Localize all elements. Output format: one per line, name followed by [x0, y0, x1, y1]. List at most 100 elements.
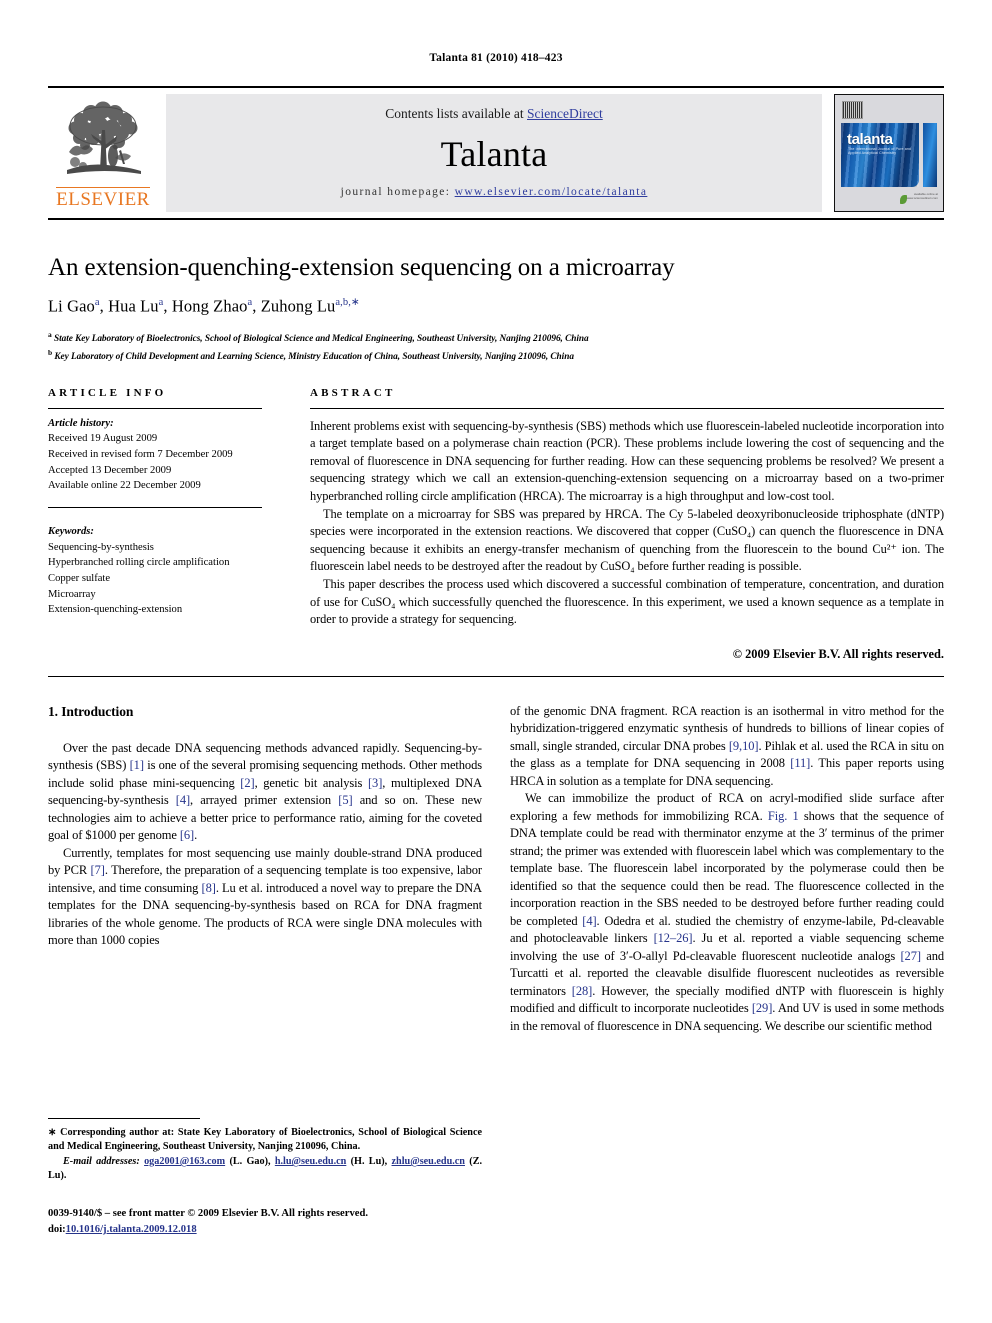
- citation-ref[interactable]: [27]: [900, 949, 921, 963]
- abstract-column: ABSTRACT Inherent problems exist with se…: [288, 387, 944, 662]
- article-history-block: Article history: Received 19 August 2009…: [48, 409, 262, 494]
- page-title: An extension-quenching-extension sequenc…: [48, 254, 675, 281]
- email-label: E-mail addresses:: [63, 1155, 140, 1167]
- body-paragraph: We can immobilize the product of RCA on …: [510, 791, 945, 1033]
- keyword-item: Microarray: [48, 588, 96, 600]
- cover-artwork-edge: [923, 123, 937, 187]
- footnote-area: ∗ Corresponding author at: State Key Lab…: [48, 1118, 482, 1238]
- citation-ref[interactable]: [1]: [130, 758, 144, 772]
- citation-ref[interactable]: [6]: [180, 828, 194, 842]
- keyword-item: Extension-quenching-extension: [48, 604, 183, 616]
- body-paragraph: Over the past decade DNA sequencing meth…: [48, 740, 483, 843]
- email-link[interactable]: oga2001@163.com: [144, 1156, 225, 1167]
- elsevier-logo: ELSEVIER: [48, 88, 158, 218]
- author-affil-marker: a: [94, 297, 100, 308]
- keywords-body: Keywords: Sequencing-by-synthesis Hyperb…: [48, 517, 262, 618]
- corresponding-author-note: ∗ Corresponding author at: State Key Lab…: [48, 1126, 482, 1155]
- citation-ref[interactable]: [28]: [572, 984, 593, 998]
- affiliation-text: State Key Laboratory of Bioelectronics, …: [53, 333, 589, 344]
- article-page: Talanta 81 (2010) 418–423 ELSEVIER Conte…: [0, 0, 992, 1323]
- elsevier-wordmark: ELSEVIER: [56, 186, 150, 210]
- body-columns: 1. Introduction Over the past decade DNA…: [48, 703, 944, 1036]
- article-info-heading: ARTICLE INFO: [48, 386, 167, 399]
- contents-available-line: Contents lists available at ScienceDirec…: [385, 106, 602, 122]
- citation-ref[interactable]: [7]: [91, 863, 105, 877]
- history-item: Accepted 13 December 2009: [48, 464, 172, 476]
- masthead-center-panel: Contents lists available at ScienceDirec…: [166, 94, 822, 212]
- body-paragraph: Currently, templates for most sequencing…: [48, 845, 482, 948]
- keywords-label: Keywords:: [48, 525, 94, 537]
- running-head: Talanta 81 (2010) 418–423: [429, 52, 563, 64]
- affiliation-marker: b: [48, 347, 53, 357]
- abstract-body: Inherent problems exist with sequencing-…: [310, 409, 944, 629]
- abstract-paragraph: Inherent problems exist with sequencing-…: [310, 418, 944, 503]
- citation-ref[interactable]: [29]: [752, 1001, 773, 1015]
- body-paragraph: of the genomic DNA fragment. RCA reactio…: [510, 703, 944, 788]
- author-affil-marker: a,b,∗: [335, 297, 360, 308]
- homepage-url-link[interactable]: www.elsevier.com/locate/talanta: [455, 186, 648, 198]
- abstract-paragraph: This paper describes the process used wh…: [310, 577, 944, 627]
- issn-doi-block: 0039-9140/$ – see front matter © 2009 El…: [48, 1206, 482, 1238]
- email-note: E-mail addresses: oga2001@163.com (L. Ga…: [48, 1155, 483, 1182]
- journal-homepage-line: journal homepage: www.elsevier.com/locat…: [341, 186, 648, 198]
- homepage-label: journal homepage:: [340, 186, 451, 198]
- journal-cover-thumbnail: talanta The International Journal of Pur…: [834, 94, 944, 212]
- issn-line: 0039-9140/$ – see front matter © 2009 El…: [48, 1207, 368, 1219]
- barcode-icon: [842, 101, 863, 119]
- divider: [48, 675, 944, 677]
- contents-prefix-text: Contents lists available at: [385, 106, 527, 121]
- doi-line: doi:10.1016/j.talanta.2009.12.018: [48, 1222, 482, 1238]
- doi-link[interactable]: 10.1016/j.talanta.2009.12.018: [66, 1224, 197, 1235]
- citation-ref[interactable]: [3]: [368, 776, 382, 790]
- sciencedirect-link[interactable]: ScienceDirect: [527, 106, 603, 121]
- email-link[interactable]: zhlu@seu.edu.cn: [392, 1156, 465, 1167]
- article-history-label: Article history:: [48, 417, 114, 429]
- history-item: Received in revised form 7 December 2009: [48, 448, 233, 460]
- citation-ref[interactable]: [11]: [790, 756, 810, 770]
- figure-ref[interactable]: Fig. 1: [768, 809, 799, 823]
- cover-journal-title: talanta: [847, 131, 893, 148]
- copyright-line: © 2009 Elsevier B.V. All rights reserved…: [732, 646, 944, 661]
- corresponding-author-text: Corresponding author at: State Key Labor…: [48, 1127, 483, 1153]
- body-column-left: 1. Introduction Over the past decade DNA…: [48, 703, 482, 1036]
- corresponding-author-marker: ∗: [48, 1127, 57, 1138]
- history-item: Available online 22 December 2009: [48, 480, 201, 492]
- info-abstract-region: ARTICLE INFO Article history: Received 1…: [48, 387, 944, 662]
- elsevier-tree-icon: [67, 101, 141, 174]
- affiliation-text: Key Laboratory of Child Development and …: [54, 351, 574, 362]
- affiliation-item: a State Key Laboratory of Bioelectronics…: [48, 329, 944, 347]
- citation-ref[interactable]: [12–26]: [654, 931, 693, 945]
- citation-ref[interactable]: [8]: [202, 881, 216, 895]
- email-person: (L. Gao): [229, 1155, 268, 1167]
- citation-ref[interactable]: [5]: [338, 793, 352, 807]
- abstract-paragraph: The template on a microarray for SBS was…: [310, 506, 944, 574]
- keyword-item: Copper sulfate: [48, 572, 111, 584]
- citation-ref[interactable]: [2]: [240, 776, 254, 790]
- citation-ref[interactable]: [9,10]: [729, 739, 759, 753]
- journal-title: Talanta: [440, 134, 548, 174]
- footnote-divider: [48, 1118, 200, 1119]
- journal-masthead: ELSEVIER Contents lists available at Sci…: [48, 86, 944, 220]
- keyword-item: Hyperbranched rolling circle amplificati…: [48, 557, 230, 569]
- body-column-right: of the genomic DNA fragment. RCA reactio…: [510, 703, 944, 1036]
- author-affil-marker: a: [247, 297, 253, 308]
- doi-label: doi:: [48, 1223, 66, 1235]
- cover-footer-text: available online at www.sciencedirect.co…: [906, 192, 938, 200]
- title-block: An extension-quenching-extension sequenc…: [48, 254, 944, 365]
- author-name: Hua Lu: [108, 296, 159, 316]
- article-info-column: ARTICLE INFO Article history: Received 1…: [48, 387, 288, 662]
- author-affil-marker: a: [158, 297, 164, 308]
- author-name: Li Gao: [48, 296, 95, 316]
- keywords-block: Keywords: Sequencing-by-synthesis Hyperb…: [48, 506, 262, 618]
- affiliation-marker: a: [48, 329, 52, 339]
- cover-journal-subtitle: The International Journal of Pure and Ap…: [848, 147, 912, 155]
- author-name: Zuhong Lu: [260, 296, 336, 316]
- email-link[interactable]: h.lu@seu.edu.cn: [275, 1156, 346, 1167]
- citation-ref[interactable]: [4]: [582, 914, 596, 928]
- author-list: Li Gaoa, Hua Lua, Hong Zhaoa, Zuhong Lua…: [48, 296, 360, 316]
- affiliation-item: b Key Laboratory of Child Development an…: [48, 347, 944, 365]
- author-name: Hong Zhao: [171, 296, 248, 316]
- affiliation-list: a State Key Laboratory of Bioelectronics…: [48, 329, 944, 365]
- citation-ref[interactable]: [4]: [176, 793, 190, 807]
- email-person: (H. Lu): [350, 1155, 385, 1167]
